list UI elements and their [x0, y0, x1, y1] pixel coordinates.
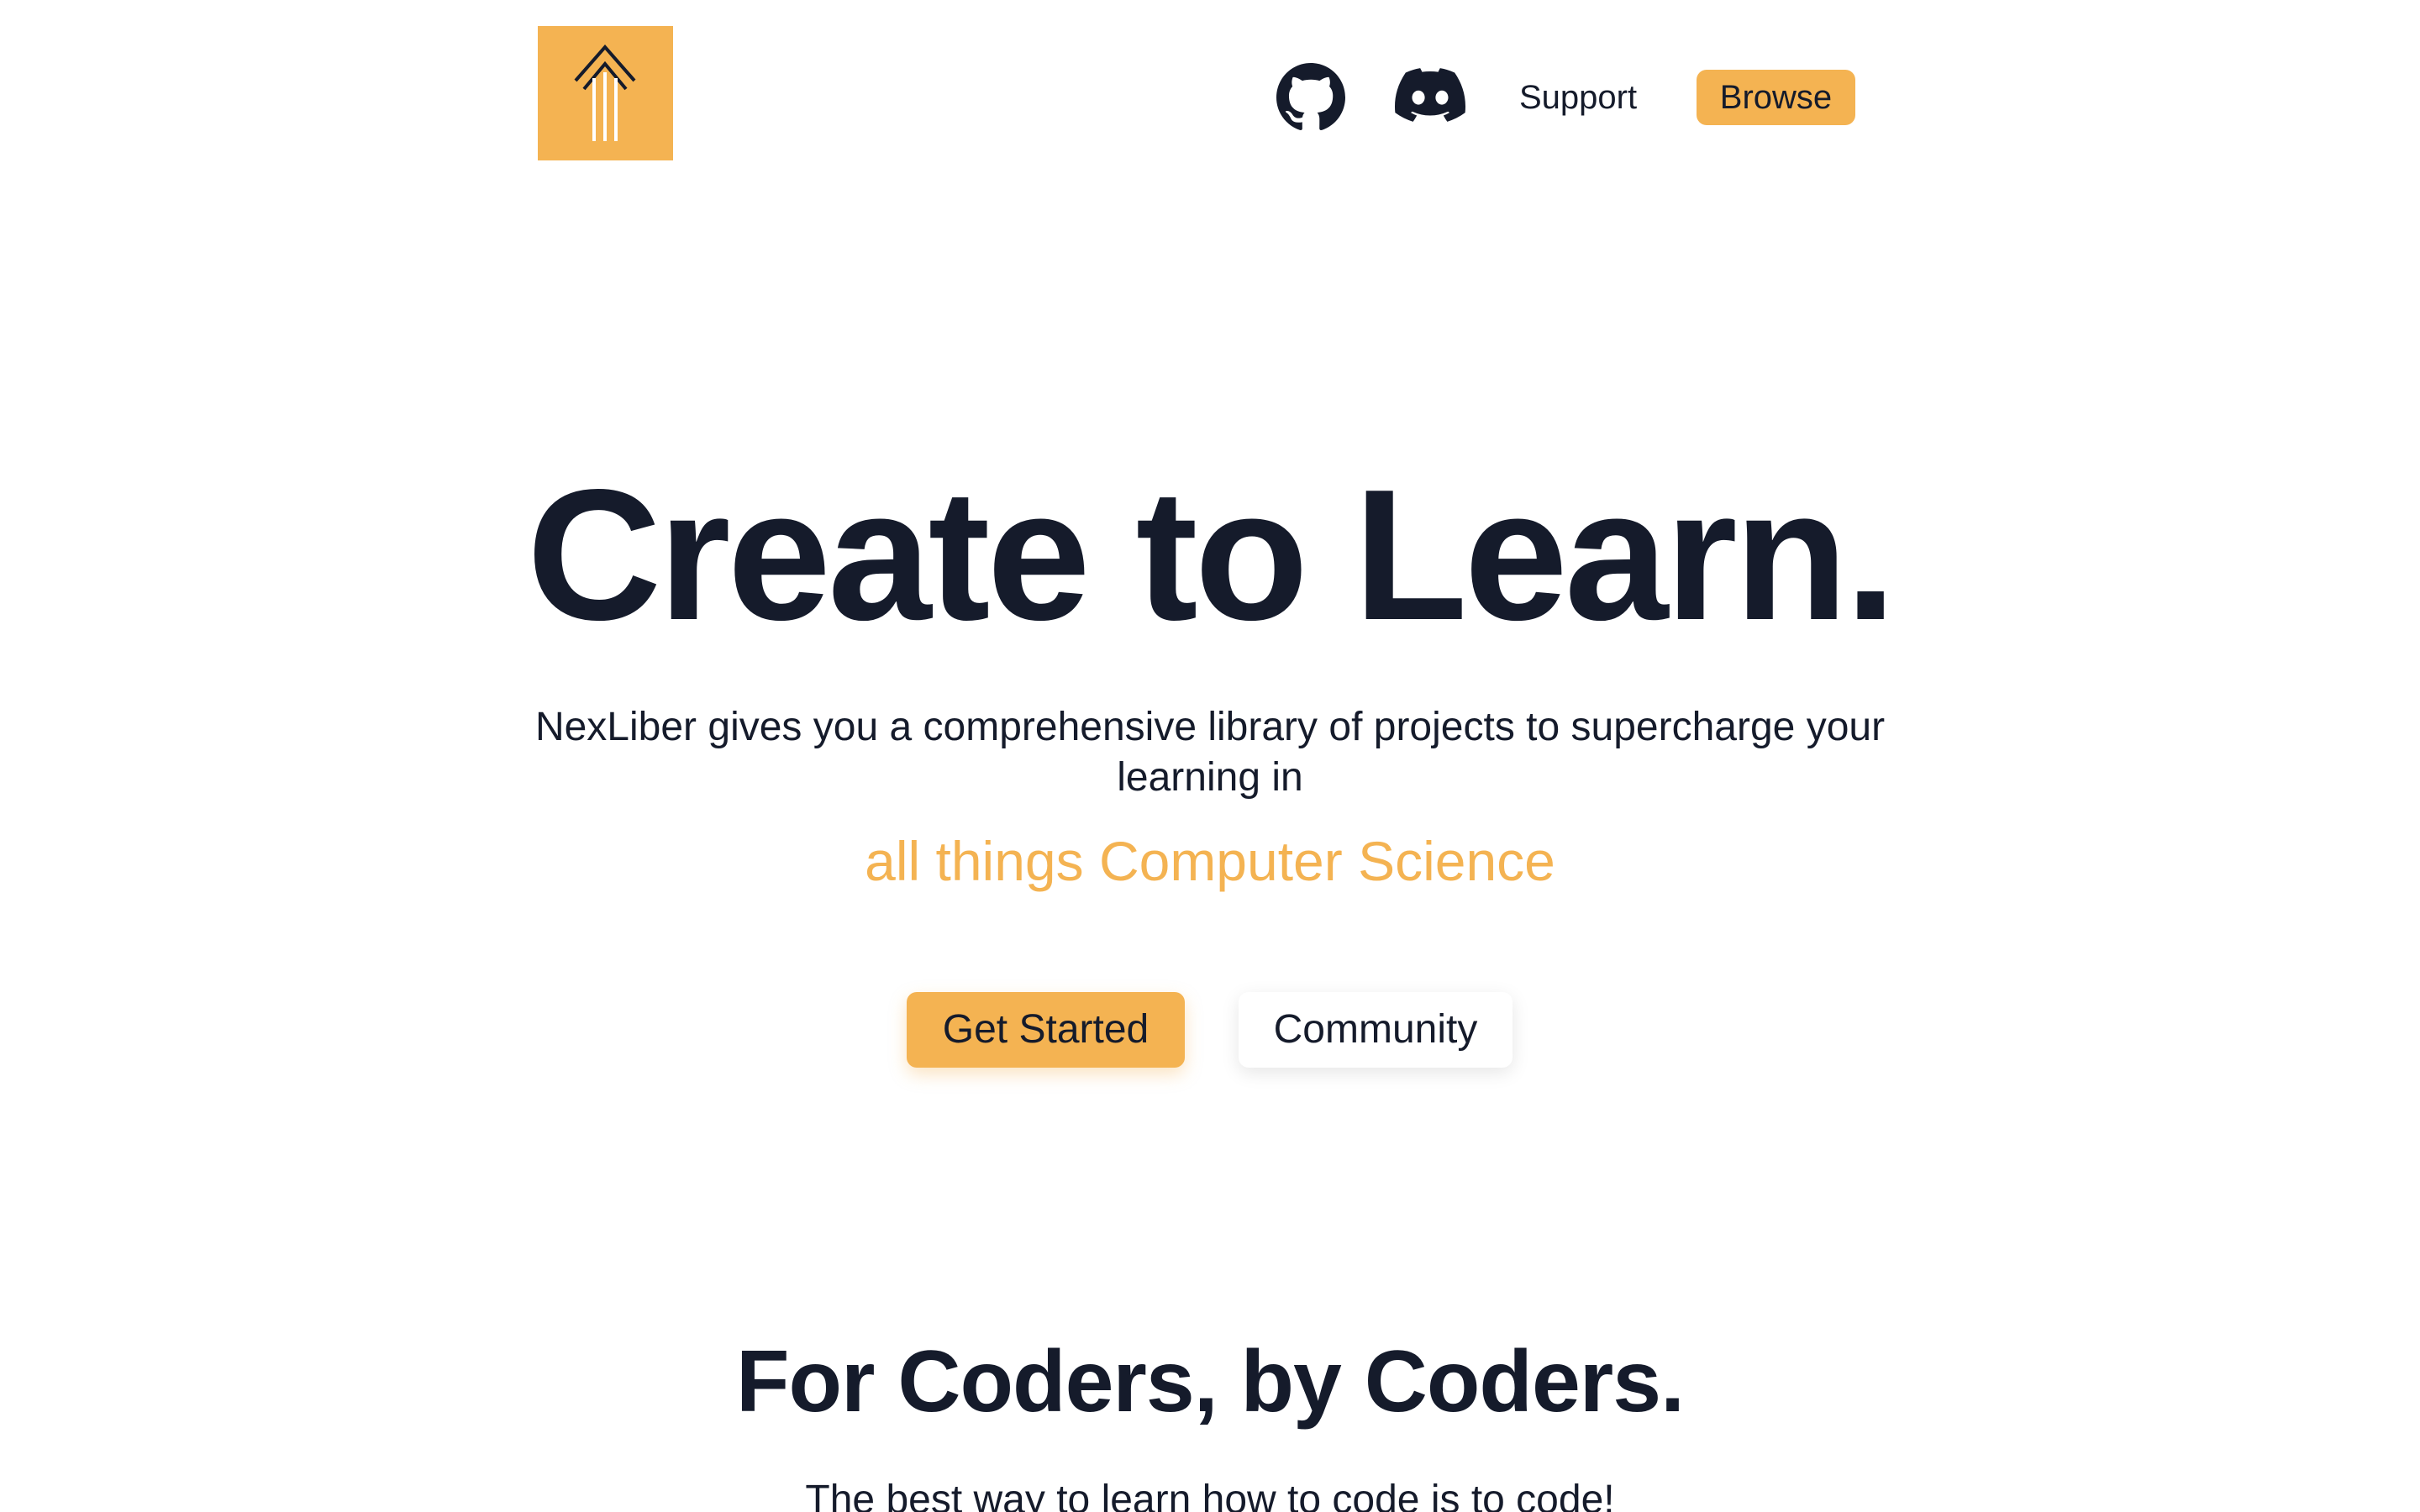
hero-title: Create to Learn.	[526, 451, 1897, 659]
home-logo-link[interactable]	[538, 26, 673, 160]
section-title: For Coders, by Coders.	[736, 1333, 1685, 1431]
upward-arrow-lines-icon	[574, 44, 636, 141]
support-link[interactable]: Support	[1519, 74, 1637, 121]
discord-link[interactable]	[1395, 68, 1466, 122]
top-navigation: Support Browse	[0, 0, 2420, 195]
github-icon	[1276, 63, 1345, 130]
get-started-button[interactable]: Get Started	[907, 992, 1185, 1068]
github-link[interactable]	[1276, 63, 1345, 132]
discord-icon	[1395, 68, 1466, 122]
section-subtitle: The best way to learn how to code is to …	[805, 1478, 1615, 1512]
landing-page: Support Browse Create to Learn. NexLiber…	[0, 0, 2420, 1512]
hero-accent-text: all things Computer Science	[865, 830, 1555, 892]
hero-subtitle: NexLiber gives you a comprehensive libra…	[534, 705, 1886, 800]
community-button[interactable]: Community	[1239, 992, 1512, 1068]
browse-button[interactable]: Browse	[1697, 70, 1855, 125]
